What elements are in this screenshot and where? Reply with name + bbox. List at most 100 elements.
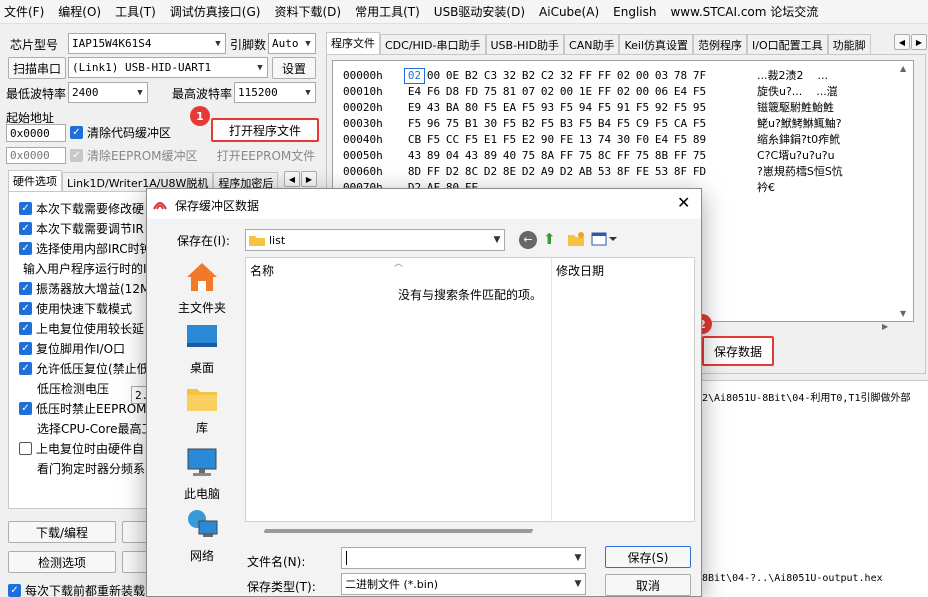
hex-byte[interactable]: FF <box>671 149 690 163</box>
back-icon[interactable]: ← <box>519 231 537 249</box>
hex-byte[interactable]: B1 <box>462 117 481 131</box>
menu-item[interactable]: 编程(O) <box>58 3 101 20</box>
hex-byte[interactable]: FF <box>595 85 614 99</box>
hex-byte[interactable]: 00 <box>557 85 576 99</box>
hex-byte[interactable]: F0 <box>633 133 652 147</box>
hex-byte[interactable]: B3 <box>557 117 576 131</box>
hex-byte[interactable]: 00 <box>633 85 652 99</box>
hex-byte[interactable]: 96 <box>424 117 443 131</box>
hex-byte[interactable]: 40 <box>500 149 519 163</box>
hex-byte[interactable]: 78 <box>671 69 690 83</box>
tab-right-0[interactable]: 程序文件 <box>326 32 380 54</box>
tab-right-2[interactable]: USB-HID助手 <box>485 34 565 54</box>
hex-byte[interactable]: F5 <box>652 117 671 131</box>
hex-byte[interactable]: CC <box>443 133 462 147</box>
menu-item[interactable]: www.STCAI.com 论坛交流 <box>670 3 818 20</box>
hex-byte[interactable]: FF <box>557 149 576 163</box>
menu-item[interactable]: 资料下载(D) <box>274 3 341 20</box>
hex-byte[interactable]: C3 <box>481 69 500 83</box>
hex-byte[interactable]: F5 <box>576 117 595 131</box>
hex-byte[interactable]: EA <box>500 101 519 115</box>
hex-byte[interactable]: 89 <box>690 133 709 147</box>
hex-byte[interactable]: F5 <box>595 101 614 115</box>
hex-byte[interactable]: B2 <box>519 117 538 131</box>
hardware-option[interactable]: 上电复位时由硬件自 <box>19 438 159 458</box>
chip-select[interactable]: IAP15W4K61S4 ▼ <box>68 33 226 54</box>
hex-byte[interactable]: 75 <box>481 85 500 99</box>
hex-byte[interactable]: F6 <box>424 85 443 99</box>
hex-byte[interactable]: F5 <box>671 133 690 147</box>
hex-byte[interactable]: 53 <box>652 165 671 179</box>
save-data-button[interactable]: 保存数据 <box>702 336 774 366</box>
hex-byte[interactable]: CB <box>405 133 424 147</box>
hex-byte[interactable]: 94 <box>576 101 595 115</box>
hex-byte[interactable]: FD <box>690 165 709 179</box>
hex-byte[interactable]: D2 <box>481 165 500 179</box>
reload-checkbox[interactable]: ✓ 每次下载前都重新装载目 <box>8 580 157 597</box>
hex-byte[interactable]: F5 <box>481 101 500 115</box>
tab-right-5[interactable]: 范例程序 <box>693 34 748 54</box>
clear-code-checkbox[interactable]: ✓ 清除代码缓冲区 <box>70 122 171 142</box>
hex-byte[interactable]: 8B <box>652 149 671 163</box>
hex-byte[interactable]: FF <box>595 69 614 83</box>
tab-scroll-right-button[interactable]: ▶ <box>301 171 317 187</box>
hex-byte[interactable]: 92 <box>652 101 671 115</box>
hex-byte[interactable]: 00 <box>633 69 652 83</box>
hex-byte[interactable]: 00 <box>424 69 443 83</box>
hex-byte[interactable]: 8D <box>405 165 424 179</box>
hex-byte[interactable]: 04 <box>443 149 462 163</box>
hex-byte[interactable]: C2 <box>538 69 557 83</box>
hardware-option[interactable]: ✓ 复位脚用作I/O口 <box>19 338 159 358</box>
hex-byte[interactable]: F5 <box>614 117 633 131</box>
hex-byte[interactable]: B2 <box>519 69 538 83</box>
hex-byte[interactable]: F5 <box>538 117 557 131</box>
hex-byte[interactable]: 02 <box>538 85 557 99</box>
hex-byte[interactable]: 8F <box>671 165 690 179</box>
hardware-option[interactable]: ✓ 本次下载需要修改硬 <box>19 198 159 218</box>
hex-byte[interactable]: F5 <box>500 133 519 147</box>
file-list[interactable]: 名称 ︿ 修改日期 没有与搜索条件匹配的项。 <box>245 257 695 533</box>
hex-byte[interactable]: 8A <box>538 149 557 163</box>
hex-byte[interactable]: 89 <box>481 149 500 163</box>
hex-byte[interactable]: FD <box>462 85 481 99</box>
tab-right-7[interactable]: 功能脚 <box>827 34 871 54</box>
hex-scrollbar[interactable]: ▲ ▼ <box>898 62 912 320</box>
open-program-file-button[interactable]: 打开程序文件 <box>211 118 319 142</box>
hex-byte[interactable]: FF <box>576 69 595 83</box>
hex-byte[interactable]: F5 <box>519 101 538 115</box>
hex-byte[interactable]: E4 <box>671 85 690 99</box>
hex-byte[interactable]: 32 <box>500 69 519 83</box>
hex-byte[interactable]: BA <box>443 101 462 115</box>
filename-input[interactable]: ▼ <box>341 547 586 569</box>
hex-byte[interactable]: 02 <box>614 85 633 99</box>
detect-options-button[interactable]: 检测选项 <box>8 551 116 573</box>
place-network[interactable]: 网络 <box>167 509 237 564</box>
hex-byte[interactable]: FF <box>424 165 443 179</box>
hex-byte[interactable]: F5 <box>405 117 424 131</box>
hex-byte[interactable]: 75 <box>519 149 538 163</box>
hex-byte[interactable]: 43 <box>424 101 443 115</box>
hex-byte[interactable]: F5 <box>690 85 709 99</box>
hex-byte[interactable]: 07 <box>519 85 538 99</box>
hardware-option[interactable]: ✓ 振荡器放大增益(12M <box>19 278 159 298</box>
hardware-option[interactable]: ✓ 允许低压复位(禁止低 <box>19 358 159 378</box>
up-folder-icon[interactable]: ⬆ <box>543 230 556 248</box>
hex-byte[interactable]: 06 <box>652 85 671 99</box>
hex-byte[interactable]: F5 <box>462 133 481 147</box>
hex-byte[interactable]: 02 <box>614 69 633 83</box>
hex-byte[interactable]: E2 <box>519 133 538 147</box>
tab-right-4[interactable]: Keil仿真设置 <box>619 34 694 54</box>
hex-byte[interactable]: 81 <box>500 85 519 99</box>
hex-byte[interactable]: 30 <box>614 133 633 147</box>
hex-byte[interactable]: F5 <box>557 101 576 115</box>
scroll-right-icon[interactable]: ▶ <box>882 322 888 331</box>
hex-byte[interactable]: AB <box>576 165 595 179</box>
hex-byte[interactable]: 89 <box>424 149 443 163</box>
hex-byte[interactable]: 53 <box>595 165 614 179</box>
hex-byte[interactable]: D8 <box>443 85 462 99</box>
place-library-folder[interactable]: 库 <box>167 385 237 436</box>
hex-byte[interactable]: 91 <box>614 101 633 115</box>
close-icon[interactable]: ✕ <box>677 193 690 212</box>
hex-byte[interactable]: 80 <box>462 101 481 115</box>
hex-byte[interactable]: 8E <box>500 165 519 179</box>
